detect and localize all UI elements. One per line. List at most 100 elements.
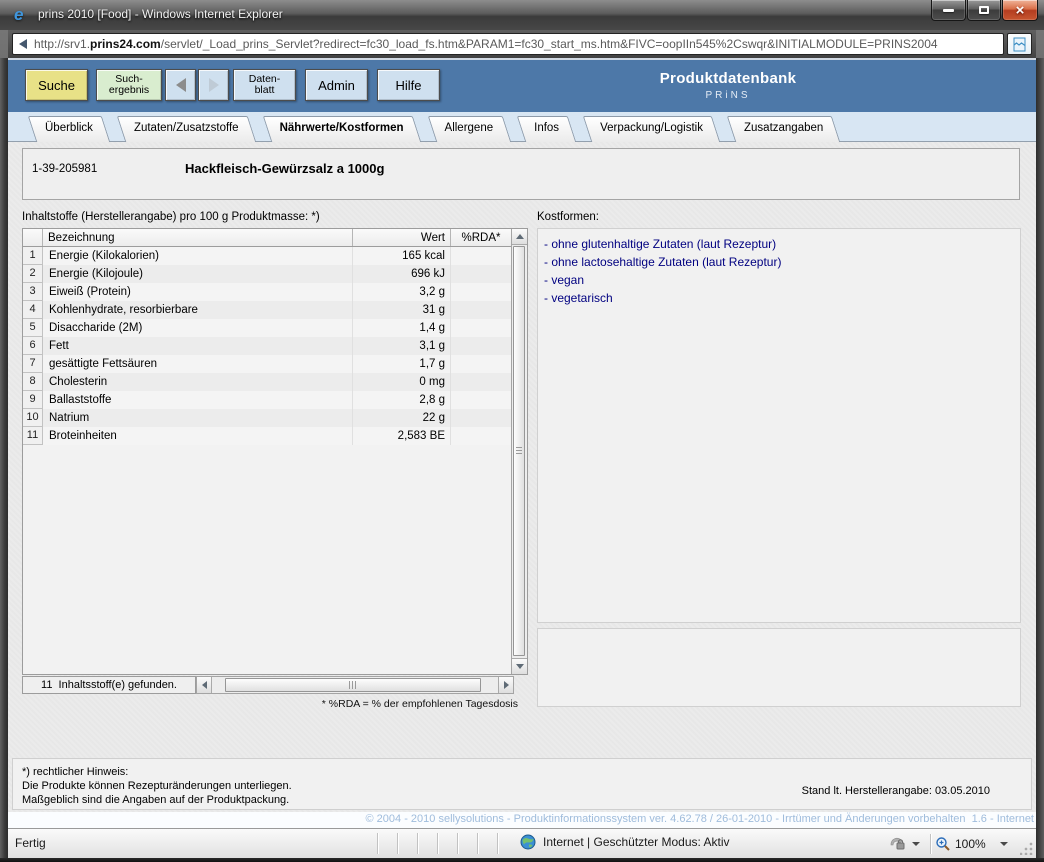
close-button[interactable]: ×	[1002, 0, 1038, 21]
nutrition-section-label: Inhaltstoffe (Herstellerangabe) pro 100 …	[22, 211, 320, 223]
row-number: 9	[23, 391, 43, 409]
admin-button[interactable]: Admin	[305, 69, 368, 101]
table-row[interactable]: 6Fett3,1 g	[23, 337, 511, 355]
tab-verpackung-logistik[interactable]: Verpackung/Logistik	[587, 116, 716, 141]
tab-label: Infos	[521, 116, 572, 134]
row-rda	[451, 427, 511, 445]
table-row[interactable]: 9Ballaststoffe2,8 g	[23, 391, 511, 409]
tab-label: Überblick	[32, 116, 106, 134]
table-row[interactable]: 2Energie (Kilojoule)696 kJ	[23, 265, 511, 283]
protected-mode-icon[interactable]	[889, 836, 906, 852]
table-row[interactable]: 1Energie (Kilokalorien)165 kcal	[23, 247, 511, 265]
statusbar-right: 100%	[889, 833, 1014, 855]
statusbar-separator	[477, 833, 478, 854]
row-number: 11	[23, 427, 43, 445]
row-name: Energie (Kilokalorien)	[43, 247, 353, 265]
ie-icon: e	[14, 6, 32, 24]
tab-label: Zutaten/Zusatzstoffe	[121, 116, 252, 134]
table-row[interactable]: 3Eiweiß (Protein)3,2 g	[23, 283, 511, 301]
minimize-icon	[943, 9, 954, 12]
scroll-right-icon	[504, 681, 509, 689]
zoom-caret-icon[interactable]	[1000, 842, 1008, 846]
row-name: Fett	[43, 337, 353, 355]
zoom-level[interactable]: 100%	[955, 837, 986, 851]
app-toolbar: Suche Such- ergebnis Daten- blatt Admin …	[8, 60, 1036, 112]
product-id: 1-39-205981	[32, 163, 97, 175]
protected-mode-caret-icon[interactable]	[912, 842, 920, 846]
suche-button[interactable]: Suche	[25, 69, 88, 101]
table-row[interactable]: 4Kohlenhydrate, resorbierbare31 g	[23, 301, 511, 319]
brand-subtitle: PRiNS	[573, 90, 883, 101]
window-border-bottom	[0, 858, 1044, 862]
row-rda	[451, 373, 511, 391]
table-row[interactable]: 11Broteinheiten2,583 BE	[23, 427, 511, 445]
address-input[interactable]: http://srv1.prins24.com/servlet/_Load_pr…	[12, 33, 1004, 55]
tab-zusatzangaben[interactable]: Zusatzangaben	[731, 116, 836, 141]
copyright-line: © 2004 - 2010 sellysolutions - Produktin…	[8, 812, 1036, 828]
nutrition-table-rows: 1Energie (Kilokalorien)165 kcal2Energie …	[23, 247, 511, 445]
resize-grip[interactable]	[1020, 842, 1033, 855]
nutrition-table: Bezeichnung Wert %RDA* 1Energie (Kilokal…	[22, 228, 528, 675]
address-bar: http://srv1.prins24.com/servlet/_Load_pr…	[8, 30, 1036, 58]
manufacturer-date: Stand lt. Herstellerangabe: 03.05.2010	[802, 785, 990, 797]
vertical-scrollbar[interactable]	[511, 229, 527, 674]
tab-infos[interactable]: Infos	[521, 116, 572, 141]
kostform-item: - vegetarisch	[544, 289, 1020, 307]
row-number: 4	[23, 301, 43, 319]
row-number: 5	[23, 319, 43, 337]
maximize-button[interactable]	[967, 0, 1001, 21]
table-row[interactable]: 5Disaccharide (2M)1,4 g	[23, 319, 511, 337]
kostform-item: - ohne glutenhaltige Zutaten (laut Rezep…	[544, 235, 1020, 253]
scroll-up-button[interactable]	[512, 229, 527, 245]
row-name: Cholesterin	[43, 373, 353, 391]
back-button[interactable]	[165, 69, 196, 101]
window-border-right	[1036, 58, 1044, 858]
row-number: 7	[23, 355, 43, 373]
url-domain: prins24.com	[90, 37, 161, 51]
page-icon	[19, 39, 27, 49]
column-header-rda: %RDA*	[451, 229, 511, 246]
tab-zutaten-zusatzstoffe[interactable]: Zutaten/Zusatzstoffe	[121, 116, 252, 141]
row-value: 2,8 g	[353, 391, 451, 409]
table-row[interactable]: 8Cholesterin0 mg	[23, 373, 511, 391]
scroll-right-button[interactable]	[498, 677, 513, 693]
table-row[interactable]: 10Natrium22 g	[23, 409, 511, 427]
security-zone[interactable]: Internet | Geschützter Modus: Aktiv	[520, 834, 730, 850]
kostformen-empty-panel	[537, 628, 1021, 707]
row-rda	[451, 265, 511, 283]
row-name: Disaccharide (2M)	[43, 319, 353, 337]
tab-überblick[interactable]: Überblick	[32, 116, 106, 141]
scroll-left-icon	[202, 681, 207, 689]
vertical-scrollbar-thumb[interactable]	[513, 246, 525, 656]
row-name: Ballaststoffe	[43, 391, 353, 409]
suche-label: Suche	[38, 78, 75, 93]
close-icon: ×	[1016, 3, 1025, 18]
hilfe-button[interactable]: Hilfe	[377, 69, 440, 101]
row-value: 22 g	[353, 409, 451, 427]
forward-button[interactable]	[198, 69, 229, 101]
row-value: 1,7 g	[353, 355, 451, 373]
datenblatt-button[interactable]: Daten- blatt	[233, 69, 296, 101]
statusbar-separator	[417, 833, 418, 854]
compatibility-view-button[interactable]	[1007, 33, 1032, 55]
window-title: prins 2010 [Food] - Windows Internet Exp…	[38, 7, 283, 21]
row-number: 3	[23, 283, 43, 301]
page: Suche Such- ergebnis Daten- blatt Admin …	[8, 58, 1036, 858]
statusbar-separator	[497, 833, 498, 854]
scroll-down-button[interactable]	[512, 658, 527, 674]
horizontal-scrollbar[interactable]	[196, 676, 514, 694]
suchergebnis-button[interactable]: Such- ergebnis	[96, 69, 162, 101]
statusbar-separator	[397, 833, 398, 854]
table-row[interactable]: 7gesättigte Fettsäuren1,7 g	[23, 355, 511, 373]
tab-allergene[interactable]: Allergene	[432, 116, 507, 141]
tab-nährwerte-kostformen[interactable]: Nährwerte/Kostformen	[267, 116, 417, 141]
title-bar[interactable]: e prins 2010 [Food] - Windows Internet E…	[0, 0, 1044, 30]
row-name: Broteinheiten	[43, 427, 353, 445]
zone-text: Internet | Geschützter Modus: Aktiv	[543, 835, 730, 849]
horizontal-scrollbar-thumb[interactable]	[225, 678, 481, 692]
datenblatt-label-2: blatt	[255, 85, 275, 96]
scroll-left-button[interactable]	[197, 677, 212, 693]
minimize-button[interactable]	[931, 0, 966, 21]
browser-window: e prins 2010 [Food] - Windows Internet E…	[0, 0, 1044, 862]
row-rda	[451, 391, 511, 409]
